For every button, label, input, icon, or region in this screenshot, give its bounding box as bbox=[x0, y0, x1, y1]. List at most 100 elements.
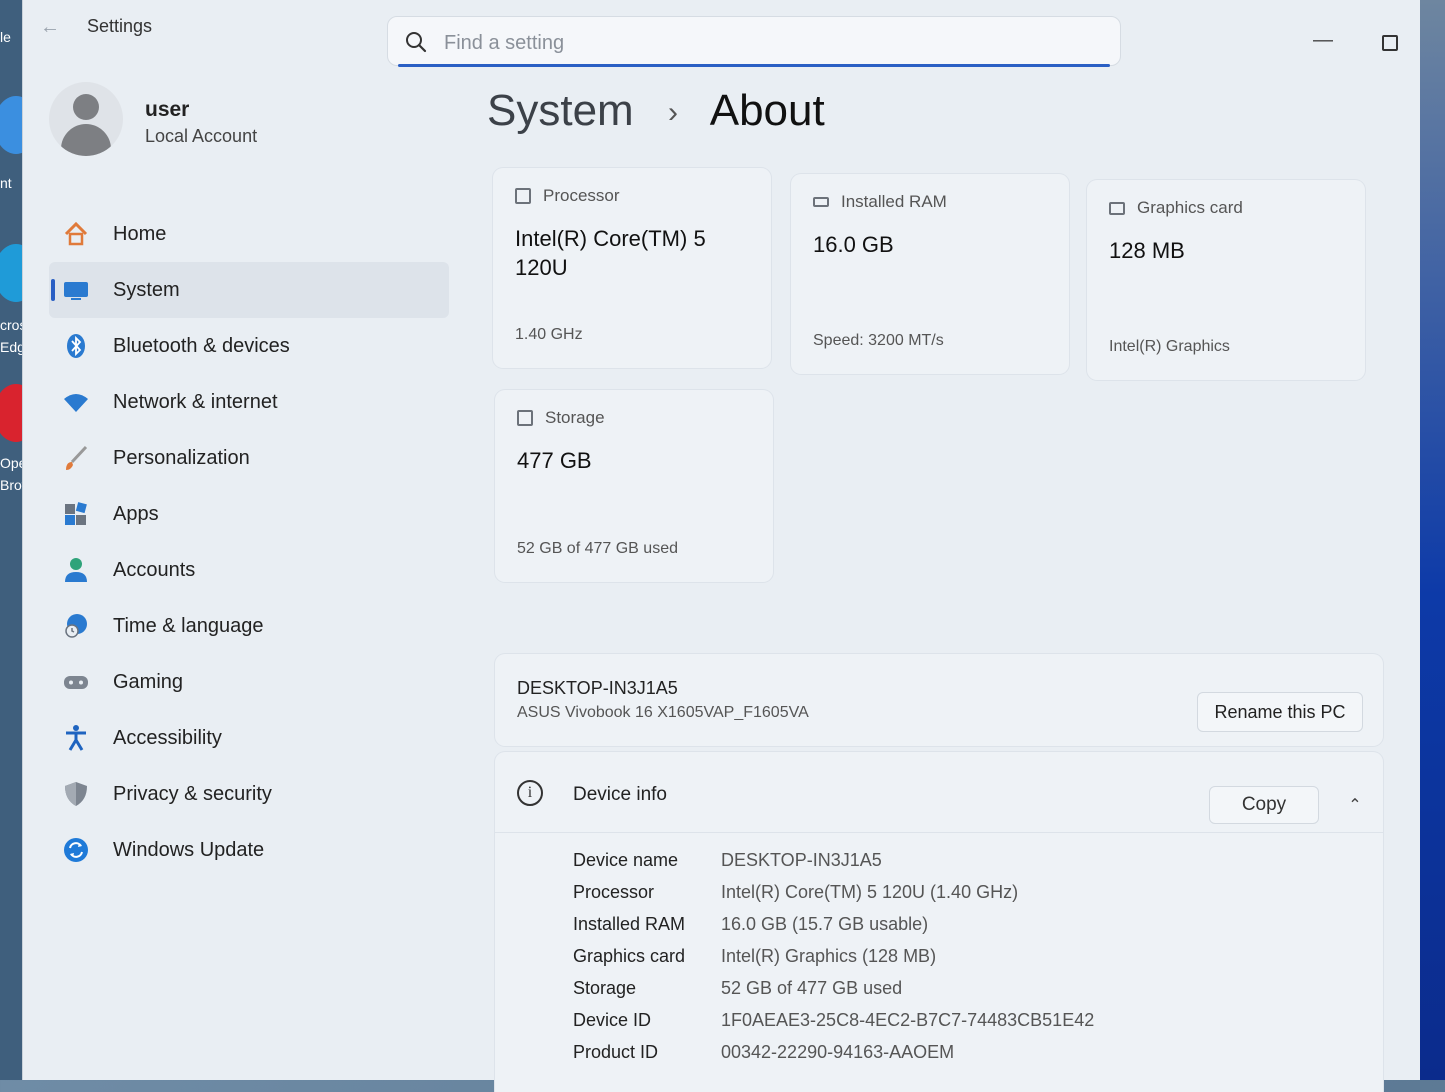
graphics-card: Graphics card 128 MB Intel(R) Graphics bbox=[1087, 180, 1365, 380]
avatar-body-icon bbox=[61, 124, 111, 156]
search-icon bbox=[406, 32, 427, 53]
rename-pc-button[interactable]: Rename this PC bbox=[1197, 692, 1363, 732]
storage-icon bbox=[517, 410, 533, 426]
device-info-key: Processor bbox=[573, 882, 655, 902]
device-info-value: DESKTOP-IN3J1A5 bbox=[721, 850, 882, 870]
device-info-key: Graphics card bbox=[573, 946, 686, 966]
device-info-row: Storage 52 GB of 477 GB used bbox=[573, 978, 1094, 1010]
sidebar-item-apps[interactable]: Apps bbox=[49, 486, 449, 542]
card-subtext: 1.40 GHz bbox=[515, 326, 583, 343]
sidebar-item-system[interactable]: System bbox=[49, 262, 449, 318]
sidebar-item-label: Accounts bbox=[113, 558, 196, 581]
device-info-value: 52 GB of 477 GB used bbox=[721, 978, 903, 998]
sidebar-item-windows-update[interactable]: Windows Update bbox=[49, 822, 449, 878]
update-icon bbox=[61, 835, 91, 865]
ram-card: Installed RAM 16.0 GB Speed: 3200 MT/s bbox=[791, 174, 1069, 374]
device-info-row: Device ID 1F0AEAE3-25C8-4EC2-B7C7-74483C… bbox=[573, 1010, 1094, 1042]
accounts-icon bbox=[61, 555, 91, 585]
sidebar-item-gaming[interactable]: Gaming bbox=[49, 654, 449, 710]
device-info-value: 1F0AEAE3-25C8-4EC2-B7C7-74483CB51E42 bbox=[721, 1010, 1095, 1030]
sidebar-item-label: Network & internet bbox=[113, 390, 278, 413]
sidebar-item-label: Home bbox=[113, 222, 167, 245]
sidebar-item-accessibility[interactable]: Accessibility bbox=[49, 710, 449, 766]
device-info-key: Storage bbox=[573, 978, 637, 998]
avatar-head-icon bbox=[73, 94, 99, 120]
device-info-key: Device name bbox=[573, 850, 679, 870]
card-value: 128 MB bbox=[1109, 238, 1185, 263]
sidebar-nav: Home System Bluetooth & devices Network … bbox=[49, 206, 449, 878]
device-info-value: Intel(R) Core(TM) 5 120U (1.40 GHz) bbox=[721, 882, 1019, 902]
device-info-title: Device info bbox=[573, 784, 667, 805]
sidebar-item-time-language[interactable]: Time & language bbox=[49, 598, 449, 654]
avatar bbox=[49, 82, 123, 156]
maximize-button[interactable] bbox=[1375, 28, 1403, 56]
sidebar-item-label: Apps bbox=[113, 502, 159, 525]
sidebar-item-label: Gaming bbox=[113, 670, 184, 693]
title-bar: ← Settings — bbox=[23, 0, 1420, 70]
sidebar-item-label: Time & language bbox=[113, 614, 264, 637]
page-title: About bbox=[709, 86, 825, 135]
sidebar-item-label: Windows Update bbox=[113, 838, 265, 861]
pc-name: DESKTOP-IN3J1A5 bbox=[517, 678, 678, 698]
gamepad-icon bbox=[61, 667, 91, 697]
card-label: Processor bbox=[543, 186, 620, 205]
minimize-button[interactable]: — bbox=[1309, 26, 1337, 54]
sidebar-item-label: System bbox=[113, 278, 180, 301]
sidebar-item-home[interactable]: Home bbox=[49, 206, 449, 262]
copy-button[interactable]: Copy bbox=[1209, 786, 1319, 824]
device-info-key: Installed RAM bbox=[573, 914, 686, 934]
device-info-value: 00342-22290-94163-AAOEM bbox=[721, 1042, 955, 1062]
account-type: Local Account bbox=[145, 126, 258, 146]
sidebar-item-accounts[interactable]: Accounts bbox=[49, 542, 449, 598]
minimize-icon: — bbox=[1313, 29, 1333, 51]
breadcrumb: System › About bbox=[487, 86, 825, 136]
storage-card: Storage 477 GB 52 GB of 477 GB used bbox=[495, 390, 773, 582]
card-subtext: Intel(R) Graphics bbox=[1109, 338, 1230, 355]
system-icon bbox=[61, 275, 91, 305]
device-info-list: Device name DESKTOP-IN3J1A5 Processor In… bbox=[573, 850, 1094, 1074]
device-info-row: Processor Intel(R) Core(TM) 5 120U (1.40… bbox=[573, 882, 1094, 914]
card-value: 16.0 GB bbox=[813, 232, 894, 257]
search-input[interactable] bbox=[442, 27, 1086, 59]
user-name: user bbox=[145, 98, 190, 121]
card-label: Graphics card bbox=[1137, 198, 1243, 217]
device-info-key: Device ID bbox=[573, 1010, 652, 1030]
sidebar-item-label: Bluetooth & devices bbox=[113, 334, 290, 357]
device-info-row: Installed RAM 16.0 GB (15.7 GB usable) bbox=[573, 914, 1094, 946]
breadcrumb-chevron-icon: › bbox=[667, 96, 678, 130]
brush-icon bbox=[61, 443, 91, 473]
pc-name-row: DESKTOP-IN3J1A5 ASUS Vivobook 16 X1605VA… bbox=[495, 654, 1383, 746]
device-info-key: Product ID bbox=[573, 1042, 659, 1062]
apps-icon bbox=[61, 499, 91, 529]
device-info-row: Product ID 00342-22290-94163-AAOEM bbox=[573, 1042, 1094, 1074]
sidebar-item-privacy-security[interactable]: Privacy & security bbox=[49, 766, 449, 822]
search-box[interactable] bbox=[387, 16, 1121, 67]
user-profile[interactable]: user Local Account bbox=[49, 82, 429, 162]
app-title: Settings bbox=[87, 16, 153, 36]
info-icon: i bbox=[517, 780, 543, 806]
shield-icon bbox=[61, 779, 91, 809]
sidebar-item-personalization[interactable]: Personalization bbox=[49, 430, 449, 486]
back-button[interactable]: ← bbox=[37, 14, 63, 40]
sidebar-item-network[interactable]: Network & internet bbox=[49, 374, 449, 430]
pc-model: ASUS Vivobook 16 X1605VAP_F1605VA bbox=[517, 704, 809, 721]
card-subtext: Speed: 3200 MT/s bbox=[813, 332, 944, 349]
device-info-value: Intel(R) Graphics (128 MB) bbox=[721, 946, 937, 966]
device-info-value: 16.0 GB (15.7 GB usable) bbox=[721, 914, 929, 934]
card-value: 477 GB bbox=[517, 448, 592, 473]
bluetooth-icon bbox=[61, 331, 91, 361]
back-arrow-icon: ← bbox=[40, 16, 60, 38]
sidebar-item-label: Privacy & security bbox=[113, 782, 272, 805]
device-info-header[interactable]: i Device info Copy ⌃ bbox=[495, 752, 1383, 833]
card-subtext: 52 GB of 477 GB used bbox=[517, 540, 678, 557]
sidebar-item-bluetooth[interactable]: Bluetooth & devices bbox=[49, 318, 449, 374]
globe-clock-icon bbox=[61, 611, 91, 641]
device-info-row: Device name DESKTOP-IN3J1A5 bbox=[573, 850, 1094, 882]
graphics-icon bbox=[1109, 201, 1125, 215]
chevron-up-icon[interactable]: ⌃ bbox=[1343, 794, 1367, 818]
device-info-section: i Device info Copy ⌃ Device name DESKTOP… bbox=[495, 752, 1383, 1092]
device-info-row: Graphics card Intel(R) Graphics (128 MB) bbox=[573, 946, 1094, 978]
breadcrumb-parent[interactable]: System bbox=[487, 86, 634, 135]
card-label: Installed RAM bbox=[841, 192, 947, 211]
sidebar-item-label: Personalization bbox=[113, 446, 250, 469]
